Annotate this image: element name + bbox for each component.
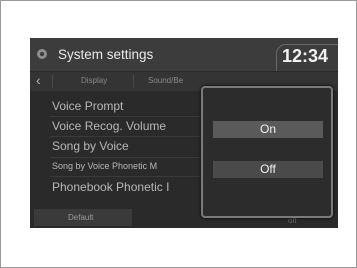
default-button[interactable]: Default bbox=[34, 209, 132, 226]
header-bar: System settings 12:34 bbox=[30, 38, 338, 71]
chevron-left-icon[interactable]: ‹ bbox=[36, 72, 41, 88]
settings-dot-icon bbox=[37, 49, 47, 59]
row-divider bbox=[50, 157, 210, 158]
option-on[interactable]: On bbox=[213, 121, 323, 138]
menu-item-song-by-voice[interactable]: Song by Voice bbox=[52, 139, 206, 153]
row-divider bbox=[50, 116, 210, 117]
option-popup: On Off bbox=[201, 86, 333, 218]
menu-item-song-by-voice-phonetic[interactable]: Song by Voice Phonetic M bbox=[52, 161, 206, 171]
tab-divider bbox=[133, 75, 134, 88]
option-off[interactable]: Off bbox=[213, 161, 323, 178]
tab-sound[interactable]: Sound/Be bbox=[148, 76, 204, 85]
manual-figure-frame: System settings 12:34 ‹ Display Sound/Be… bbox=[0, 0, 357, 268]
menu-item-voice-recog-volume[interactable]: Voice Recog. Volume bbox=[52, 119, 206, 133]
menu-item-phonebook-phonetic[interactable]: Phonebook Phonetic I bbox=[52, 180, 206, 194]
tab-divider bbox=[52, 75, 53, 88]
menu-item-voice-prompt[interactable]: Voice Prompt bbox=[52, 99, 206, 113]
default-button-label: Default bbox=[68, 213, 94, 222]
row-divider bbox=[50, 136, 210, 137]
row-divider bbox=[50, 176, 210, 177]
clock: 12:34 bbox=[282, 46, 329, 66]
page-title: System settings bbox=[58, 47, 154, 62]
navigation-screen: System settings 12:34 ‹ Display Sound/Be… bbox=[30, 38, 338, 228]
tab-display[interactable]: Display bbox=[81, 76, 121, 85]
